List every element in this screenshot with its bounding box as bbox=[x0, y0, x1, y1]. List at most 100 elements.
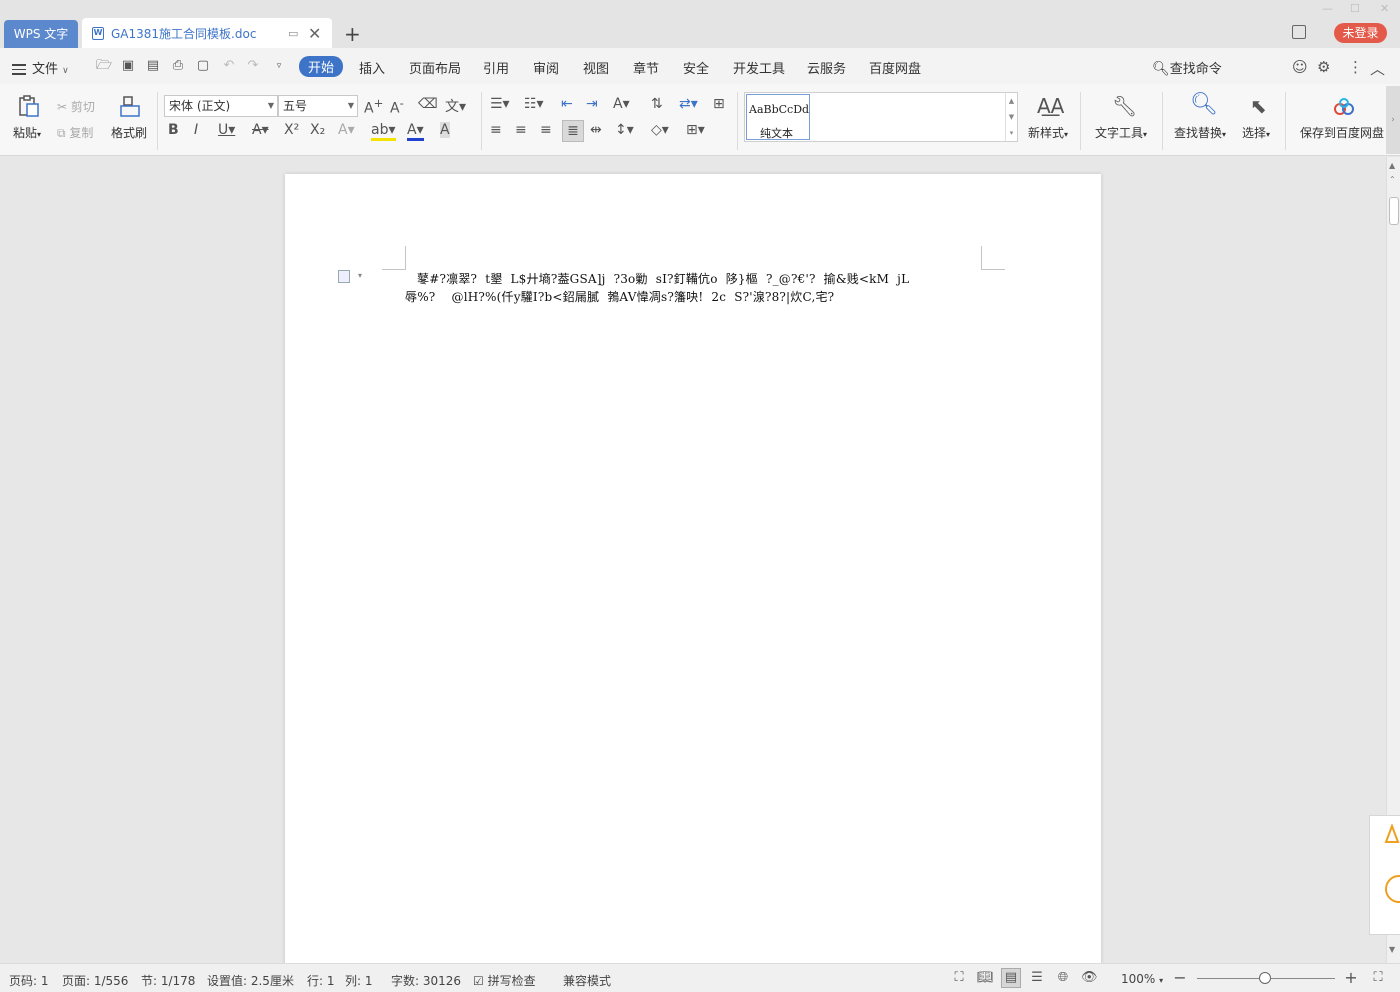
align-left-icon[interactable]: ≡ bbox=[490, 122, 502, 138]
cut-button[interactable]: ✂ 剪切 bbox=[57, 98, 95, 115]
status-section[interactable]: 节: 1/178 bbox=[141, 972, 195, 989]
page-up-icon[interactable]: ⌃ bbox=[1389, 175, 1396, 184]
style-gallery-scroll[interactable]: ▲ ▼ ▾ bbox=[1005, 93, 1017, 141]
redo-icon[interactable]: ↷ bbox=[246, 59, 260, 73]
status-col[interactable]: 列: 1 bbox=[345, 972, 373, 989]
zoom-out-icon[interactable]: − bbox=[1172, 970, 1188, 986]
close-tab-icon[interactable]: ✕ bbox=[308, 24, 321, 43]
undo-icon[interactable]: ↶ bbox=[222, 59, 236, 73]
close-window-icon[interactable]: ✕ bbox=[1380, 2, 1389, 15]
status-row[interactable]: 行: 1 bbox=[307, 972, 335, 989]
print-icon[interactable]: ⎙ bbox=[171, 59, 185, 73]
status-word-count[interactable]: 字数: 30126 bbox=[391, 972, 461, 989]
align-right-icon[interactable]: ≡ bbox=[540, 122, 552, 138]
borders-icon[interactable]: ⊞▾ bbox=[686, 122, 705, 138]
customize-icon[interactable]: ▿ bbox=[272, 59, 286, 73]
justify-icon[interactable]: ≣ bbox=[562, 120, 584, 142]
decrease-indent-icon[interactable]: ⇤ bbox=[561, 96, 573, 112]
tab-baidu-disk[interactable]: 百度网盘 bbox=[869, 58, 921, 77]
gear-icon[interactable]: ⚙ bbox=[1317, 58, 1330, 76]
document-page[interactable]: ▾ 鼕#?凛翠? t墾 L$廾墒?葢GSA]j ?3o勦 sI?釘鞴伉o 陊}樞… bbox=[285, 174, 1101, 963]
fit-page-icon[interactable]: ⛶ bbox=[1370, 970, 1386, 986]
tab-view[interactable]: 视图 bbox=[583, 58, 609, 77]
italic-icon[interactable]: I bbox=[194, 122, 198, 138]
tab-insert[interactable]: 插入 bbox=[359, 58, 385, 77]
font-size-select[interactable]: 五号 ▼ bbox=[278, 95, 358, 117]
tab-cloud[interactable]: 云服务 bbox=[807, 58, 846, 77]
zoom-slider-thumb[interactable] bbox=[1259, 972, 1271, 984]
paragraph-layout-icon[interactable] bbox=[338, 270, 350, 283]
find-replace-button[interactable]: 查找替换▾ bbox=[1174, 124, 1226, 141]
print-preview-icon[interactable]: ▢ bbox=[196, 59, 210, 73]
zoom-in-icon[interactable]: + bbox=[1343, 970, 1359, 986]
open-icon[interactable]: 🗁 bbox=[96, 59, 112, 73]
tab-home[interactable]: 开始 bbox=[299, 56, 344, 77]
font-name-select[interactable]: 宋体 (正文) ▼ bbox=[164, 95, 278, 117]
paste-icon[interactable] bbox=[16, 94, 40, 118]
scrollbar-thumb[interactable] bbox=[1389, 197, 1399, 225]
tab-review[interactable]: 审阅 bbox=[533, 58, 559, 77]
tab-security[interactable]: 安全 bbox=[683, 58, 709, 77]
shading-icon[interactable]: ◇▾ bbox=[651, 122, 669, 138]
more-icon[interactable]: ⋮ bbox=[1348, 58, 1363, 76]
spell-check-button[interactable]: ☑ 拼写检查 bbox=[473, 972, 536, 989]
collapse-ribbon-icon[interactable]: ︿ bbox=[1370, 58, 1385, 79]
format-painter-button[interactable]: 格式刷 bbox=[111, 124, 147, 141]
maximize-icon[interactable]: ☐ bbox=[1350, 2, 1360, 15]
tab-chapter[interactable]: 章节 bbox=[633, 58, 659, 77]
export-pdf-icon[interactable]: ▤ bbox=[146, 59, 160, 73]
phonetic-guide-icon[interactable]: 文▾ bbox=[445, 96, 466, 116]
tab-references[interactable]: 引用 bbox=[483, 58, 509, 77]
copy-button[interactable]: ⧉ 复制 bbox=[57, 124, 93, 141]
login-button[interactable]: 未登录 bbox=[1334, 23, 1387, 43]
bold-icon[interactable]: B bbox=[168, 122, 179, 138]
show-marks-icon[interactable]: ⇄▾ bbox=[679, 96, 698, 112]
text-direction-icon[interactable]: A▾ bbox=[613, 96, 630, 112]
eye-protection-icon[interactable]: 👁︎ bbox=[1081, 970, 1098, 986]
underline-icon[interactable]: U▾ bbox=[218, 122, 235, 138]
highlight-icon[interactable]: ab▾ bbox=[371, 122, 396, 141]
minimize-icon[interactable]: — bbox=[1322, 2, 1333, 15]
align-center-icon[interactable]: ≡ bbox=[515, 122, 527, 138]
strikethrough-icon[interactable]: A▾ bbox=[252, 122, 269, 138]
status-page-code[interactable]: 页码: 1 bbox=[9, 972, 49, 989]
navigation-pane-icon[interactable]: ⊞ bbox=[713, 96, 725, 112]
format-painter-icon[interactable] bbox=[118, 94, 142, 118]
scroll-up-icon[interactable]: ▲ bbox=[1389, 161, 1395, 170]
zoom-level[interactable]: 100% ▾ bbox=[1121, 972, 1163, 986]
app-tab[interactable]: WPS 文字 bbox=[4, 20, 78, 48]
web-view-icon[interactable]: 🌐︎ bbox=[1055, 970, 1071, 986]
scroll-down-icon[interactable]: ▼ bbox=[1389, 945, 1395, 954]
status-page[interactable]: 页面: 1/556 bbox=[62, 972, 128, 989]
superscript-icon[interactable]: X² bbox=[284, 122, 299, 138]
file-menu[interactable]: 文件 ∨ bbox=[12, 58, 69, 78]
page-view-icon[interactable]: ▤ bbox=[1001, 968, 1021, 988]
outline-view-icon[interactable]: ☰ bbox=[1029, 970, 1045, 986]
new-style-button[interactable]: 新样式▾ bbox=[1028, 124, 1068, 141]
floating-assistant-widget[interactable] bbox=[1369, 815, 1400, 935]
clear-format-icon[interactable]: ⌫ bbox=[418, 96, 438, 112]
save-icon[interactable]: ▣ bbox=[121, 59, 135, 73]
document-tab[interactable]: W GA1381施工合同模板.doc ▭ ✕ bbox=[82, 18, 332, 48]
text-tools-button[interactable]: 文字工具▾ bbox=[1095, 124, 1147, 141]
fullscreen-icon[interactable]: ⛶ bbox=[951, 970, 967, 986]
save-to-baidu-button[interactable]: 保存到百度网盘 bbox=[1300, 124, 1384, 141]
line-spacing-icon[interactable]: ↕▾ bbox=[615, 122, 634, 138]
document-text-line[interactable]: 鼕#?凛翠? t墾 L$廾墒?葢GSA]j ?3o勦 sI?釘鞴伉o 陊}樞 ?… bbox=[405, 270, 909, 287]
paste-button[interactable]: 粘贴▾ bbox=[13, 124, 41, 141]
chevron-down-icon[interactable]: ▾ bbox=[358, 271, 362, 280]
window-icon[interactable]: ▭ bbox=[288, 27, 300, 40]
text-effect-icon[interactable]: A▾ bbox=[338, 122, 355, 138]
tab-page-layout[interactable]: 页面布局 bbox=[409, 58, 461, 77]
subscript-icon[interactable]: X₂ bbox=[310, 122, 325, 138]
char-shading-icon[interactable]: A bbox=[440, 122, 450, 138]
ribbon-scroll-right[interactable]: › bbox=[1386, 86, 1400, 154]
read-mode-icon[interactable]: 📖︎ bbox=[977, 970, 994, 986]
status-setting[interactable]: 设置值: 2.5厘米 bbox=[207, 972, 294, 989]
numbered-list-icon[interactable]: ☷▾ bbox=[524, 96, 544, 112]
font-color-icon[interactable]: A▾ bbox=[407, 122, 424, 141]
grow-font-icon[interactable]: A+ bbox=[364, 96, 383, 117]
layout-icon[interactable] bbox=[1292, 25, 1306, 39]
feedback-icon[interactable]: ☺ bbox=[1292, 58, 1308, 76]
document-text-line[interactable]: 辱%? @lH?%(仟y驩I?b<鉊屚膩 鵓AV愇凋s?籓吷! 2c S?'湶?… bbox=[405, 288, 834, 305]
